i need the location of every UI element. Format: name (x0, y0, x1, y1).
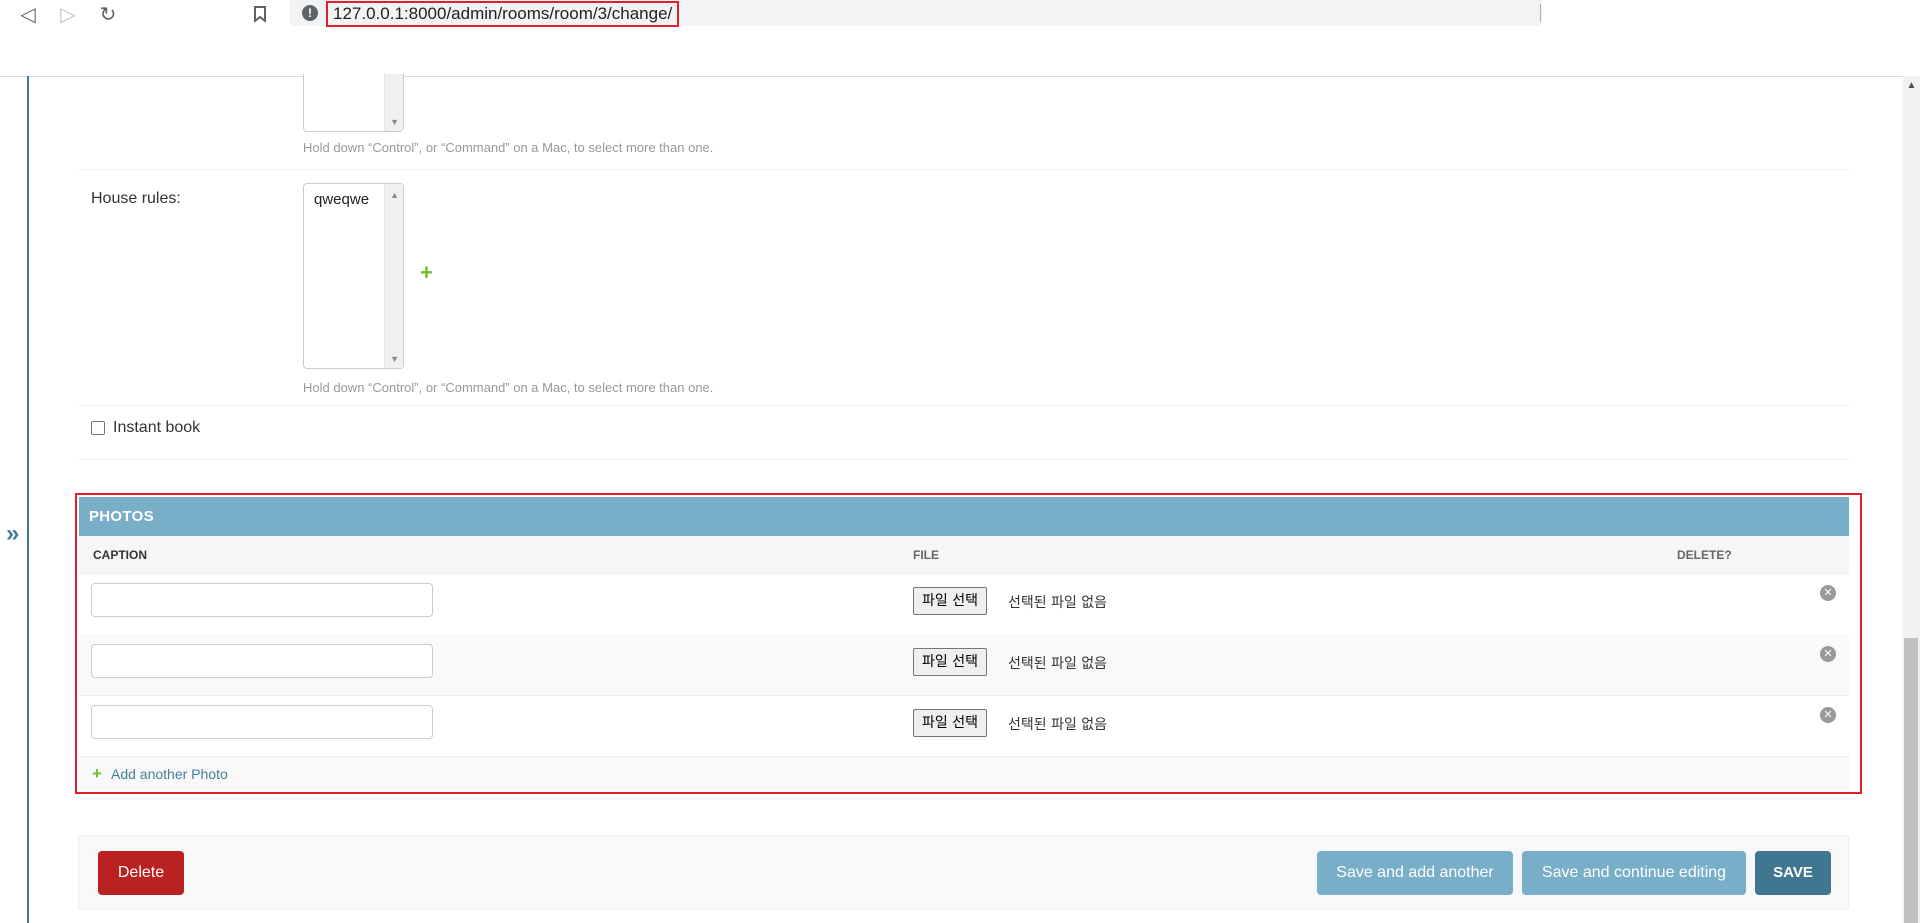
file-status-text: 선택된 파일 없음 (1008, 717, 1108, 733)
scrollbar-thumb[interactable] (1904, 638, 1918, 923)
instant-book-checkbox[interactable] (91, 421, 105, 435)
column-caption: CAPTION (93, 548, 147, 562)
save-and-continue-button[interactable]: Save and continue editing (1522, 851, 1746, 895)
delete-button[interactable]: Delete (98, 851, 184, 895)
reload-icon[interactable]: ↻ (96, 2, 120, 26)
add-icon[interactable]: + (92, 764, 102, 784)
house-rules-label: House rules: (91, 190, 181, 207)
submit-row: Delete Save and add another Save and con… (78, 835, 1849, 910)
select-scroll-down-icon[interactable]: ▼ (390, 354, 399, 364)
photos-table-header: CAPTION FILE DELETE? (79, 536, 1849, 574)
table-row: 파일 선택 선택된 파일 없음 ✕ (79, 573, 1849, 635)
help-text: Hold down “Control”, or “Command” on a M… (303, 140, 714, 155)
file-choose-button[interactable]: 파일 선택 (913, 709, 987, 737)
address-bar[interactable]: ! 127.0.0.1:8000/admin/rooms/room/3/chan… (290, 0, 1542, 27)
address-bar-divider (1540, 4, 1541, 22)
photos-inline-title: PHOTOS (79, 497, 1849, 536)
help-text: Hold down “Control”, or “Command” on a M… (303, 380, 714, 395)
select-scroll-up-icon[interactable]: ▲ (390, 190, 399, 200)
caption-input[interactable] (91, 583, 433, 617)
file-choose-button[interactable]: 파일 선택 (913, 648, 987, 676)
url-text[interactable]: 127.0.0.1:8000/admin/rooms/room/3/change… (326, 1, 680, 27)
toggle-nav-sidebar-icon[interactable]: » (6, 520, 26, 547)
bookmark-icon[interactable] (248, 2, 272, 26)
caption-input[interactable] (91, 705, 433, 739)
save-and-add-another-button[interactable]: Save and add another (1317, 851, 1513, 895)
house-rules-select[interactable]: qweqwe ▲ ▼ (303, 183, 404, 369)
scroll-up-arrow-icon[interactable]: ▲ (1903, 80, 1920, 94)
site-info-icon[interactable]: ! (302, 5, 318, 21)
browser-toolbar: ◁ ▷ ↻ ! 127.0.0.1:8000/admin/rooms/room/… (0, 0, 1920, 77)
save-button[interactable]: SAVE (1755, 851, 1831, 895)
instant-book-label[interactable]: Instant book (113, 419, 200, 437)
house-rules-option[interactable]: qweqwe (314, 191, 369, 208)
form-row-instant-book: Instant book (78, 406, 1850, 460)
sidebar-edge (27, 76, 29, 923)
file-status-text: 선택된 파일 없음 (1008, 656, 1108, 672)
file-status-text: 선택된 파일 없음 (1008, 595, 1108, 611)
caption-input[interactable] (91, 644, 433, 678)
column-file: FILE (913, 548, 939, 562)
table-row: 파일 선택 선택된 파일 없음 ✕ (79, 695, 1849, 757)
column-delete: DELETE? (1677, 548, 1732, 562)
add-house-rule-icon[interactable]: + (420, 260, 433, 286)
delete-row-icon[interactable]: ✕ (1820, 707, 1836, 723)
instant-book-field[interactable]: Instant book (91, 419, 200, 437)
delete-row-icon[interactable]: ✕ (1820, 585, 1836, 601)
form-row-house-rules: House rules: qweqwe ▲ ▼ + Hold down “Con… (78, 170, 1850, 406)
back-icon[interactable]: ◁ (16, 2, 40, 26)
select-scrollbar[interactable] (384, 184, 403, 368)
table-row: 파일 선택 선택된 파일 없음 ✕ (79, 634, 1849, 696)
multiselect-box[interactable]: ▼ (303, 74, 404, 132)
forward-icon[interactable]: ▷ (56, 2, 80, 26)
add-another-photo-row: + Add another Photo (79, 757, 1849, 791)
add-another-photo-link[interactable]: Add another Photo (111, 766, 228, 782)
select-scroll-down-icon[interactable]: ▼ (390, 117, 399, 127)
delete-row-icon[interactable]: ✕ (1820, 646, 1836, 662)
file-choose-button[interactable]: 파일 선택 (913, 587, 987, 615)
form-row-multiselect: ▼ Hold down “Control”, or “Command” on a… (78, 74, 1850, 170)
